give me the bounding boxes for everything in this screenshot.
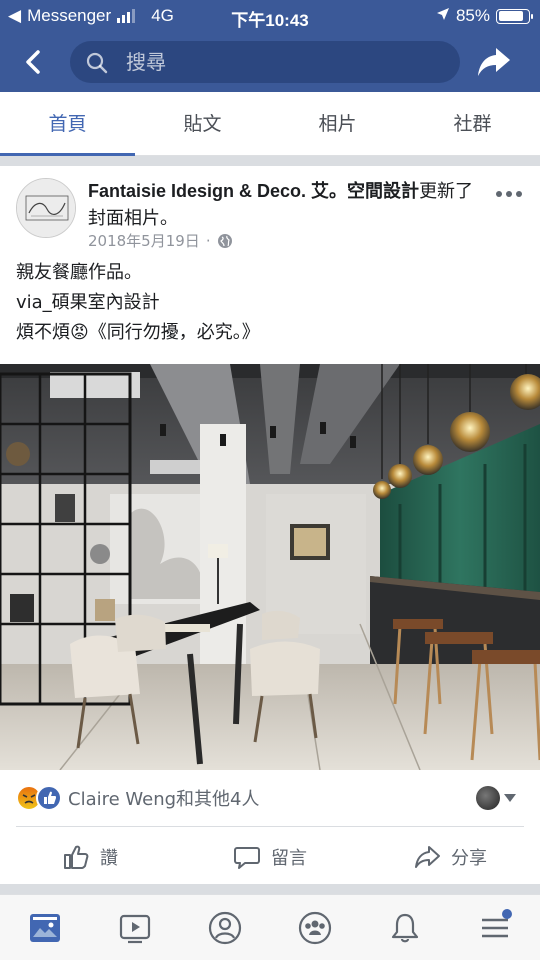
comment-button[interactable]: 留言: [180, 830, 360, 884]
more-dot-icon: [506, 191, 512, 197]
page-avatar[interactable]: [16, 178, 76, 238]
search-input[interactable]: [126, 49, 446, 75]
section-divider: [0, 156, 540, 166]
share-label: 分享: [451, 848, 487, 869]
nav-notifications[interactable]: [360, 895, 450, 960]
location-icon: [436, 6, 450, 26]
battery-icon: [496, 8, 533, 24]
nav-menu[interactable]: [450, 895, 540, 960]
tab-photos[interactable]: 相片: [270, 92, 405, 155]
notifications-icon: [391, 913, 419, 942]
status-right: 85%: [436, 6, 533, 26]
nav-news-feed[interactable]: [0, 895, 90, 960]
menu-badge-dot: [502, 909, 512, 919]
viewer-avatar: [476, 786, 500, 810]
caption-line: 煩不煩😡《同行勿擾，必究。》: [16, 322, 260, 343]
caption-line: 親友餐廳作品。: [16, 262, 142, 283]
nav-watch[interactable]: [90, 895, 180, 960]
chevron-left-icon: [26, 50, 40, 74]
share-arrow-icon: [478, 48, 510, 76]
tab-home[interactable]: 首頁: [0, 92, 135, 156]
comment-icon: [234, 847, 260, 869]
tab-posts[interactable]: 貼文: [135, 92, 270, 155]
page-tabs: 首頁 貼文 相片 社群: [0, 92, 540, 156]
meta-separator: ·: [205, 231, 211, 250]
bottom-nav: [0, 894, 540, 960]
page-logo-icon: [17, 179, 75, 237]
share-button[interactable]: 分享: [360, 830, 540, 884]
post-caption: 親友餐廳作品。 via_碩果室內設計 煩不煩😡《同行勿擾，必究。》: [16, 258, 526, 348]
watch-icon: [119, 914, 151, 943]
caption-line: via_碩果室內設計: [16, 292, 160, 313]
post-viewer-selector[interactable]: [476, 786, 516, 810]
share-page-button[interactable]: [474, 44, 514, 80]
search-icon: [86, 52, 108, 74]
restaurant-interior-image: [0, 364, 540, 770]
more-options-button[interactable]: [496, 188, 526, 200]
feed-post: Fantaisie Idesign & Deco. 艾。空間設計更新了封面相片。…: [0, 166, 540, 884]
post-actions: 讚 留言 分享: [0, 830, 540, 884]
search-box[interactable]: [70, 41, 460, 83]
nav-profile[interactable]: [180, 895, 270, 960]
comment-label: 留言: [271, 848, 307, 869]
top-nav: [0, 32, 540, 92]
like-reaction-icon: [36, 785, 62, 811]
battery-fill: [498, 11, 524, 21]
share-icon: [415, 846, 440, 868]
thumbs-up-icon: [64, 845, 89, 869]
more-dot-icon: [516, 191, 522, 197]
chevron-down-icon: [504, 794, 516, 802]
reactions-summary[interactable]: Claire Weng和其他4人: [16, 784, 260, 812]
profile-icon: [208, 911, 242, 944]
news-feed-icon: [30, 913, 60, 942]
groups-icon: [298, 911, 332, 944]
globe-icon: [217, 233, 232, 248]
post-date[interactable]: 2018年5月19日: [88, 230, 200, 251]
status-bar: ◀ Messenger 4G 下午10:43 85%: [0, 0, 540, 32]
like-label: 讚: [100, 848, 118, 869]
battery-percent: 85%: [455, 6, 490, 25]
tab-community[interactable]: 社群: [405, 92, 540, 155]
post-meta: 2018年5月19日 ·: [88, 230, 233, 251]
page-name-link[interactable]: Fantaisie Idesign & Deco. 艾。空間設計: [88, 181, 419, 201]
reactions-text: Claire Weng和其他4人: [68, 789, 260, 810]
section-divider: [0, 884, 540, 894]
post-header-text: Fantaisie Idesign & Deco. 艾。空間設計更新了封面相片。: [88, 178, 488, 232]
back-button[interactable]: [18, 46, 50, 78]
nav-groups[interactable]: [270, 895, 360, 960]
post-photo[interactable]: [0, 364, 540, 770]
more-dot-icon: [496, 191, 502, 197]
actions-divider: [16, 826, 524, 827]
like-button[interactable]: 讚: [0, 830, 180, 884]
